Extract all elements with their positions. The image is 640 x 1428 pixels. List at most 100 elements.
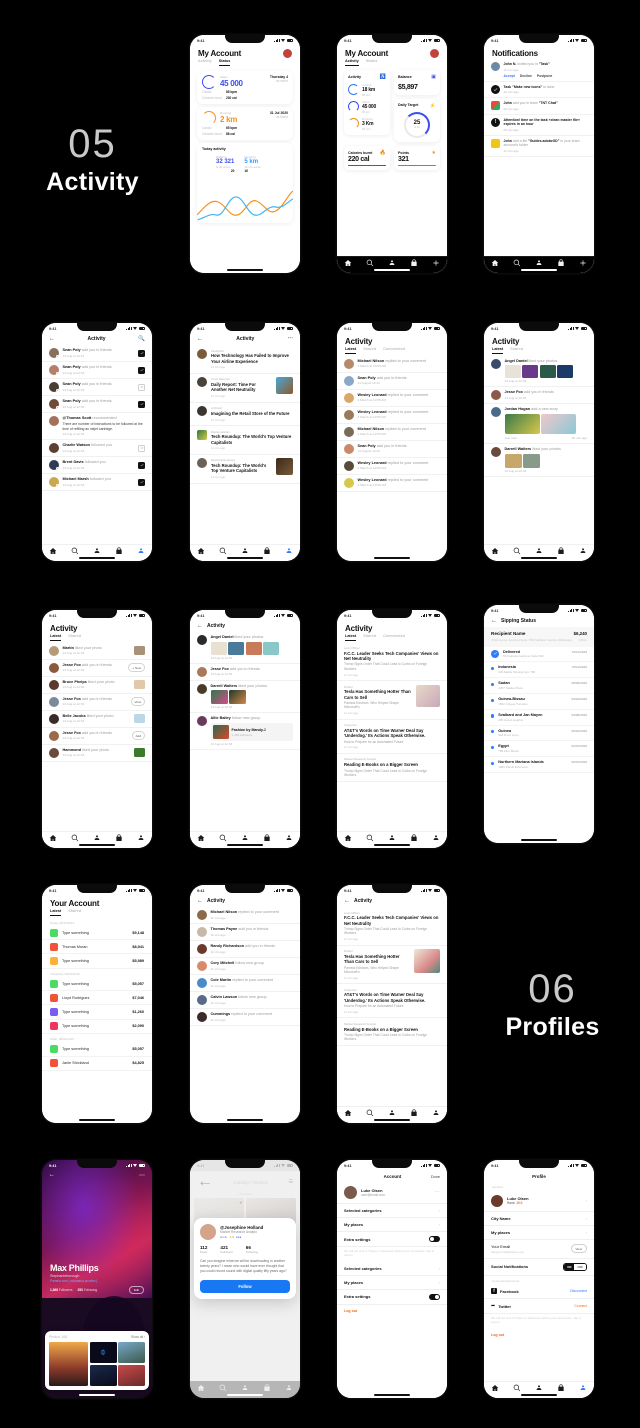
people-icon[interactable] xyxy=(93,834,101,842)
list-item[interactable]: Hammond liked your photo 13 Aug at 12:33 xyxy=(42,745,152,762)
card-running[interactable]: Running 2 km 31 Jul 2020 05:50PM Cardio 6… xyxy=(197,106,293,140)
profile-icon[interactable] xyxy=(137,547,145,555)
photo-thumb[interactable] xyxy=(210,690,228,705)
news-item[interactable]: Loan Officer F.C.C. Leader Seeks Tech Co… xyxy=(337,907,447,946)
people-icon[interactable] xyxy=(388,1109,396,1117)
tab-commented[interactable]: Commented xyxy=(383,347,405,354)
disconnect-button[interactable]: Disconnect xyxy=(570,1289,587,1293)
search-icon[interactable] xyxy=(219,547,227,555)
bag-icon[interactable] xyxy=(557,1384,565,1392)
profile-icon[interactable] xyxy=(285,547,293,555)
list-item[interactable]: Jesse Fox add you in friends 13 Aug at 12… xyxy=(42,660,152,677)
home-icon[interactable] xyxy=(344,259,352,267)
list-item[interactable]: Sean Poly add you in friends 13 Aug at 12… xyxy=(42,379,152,396)
transaction-row[interactable]: Type something $5,057 xyxy=(42,1042,152,1057)
accept-check-button[interactable] xyxy=(138,461,145,469)
list-item[interactable]: Sean Poly add you in friends 13 Aug at 12… xyxy=(42,396,152,413)
connect-button[interactable]: Connect xyxy=(574,1304,587,1308)
tab-status[interactable]: Status xyxy=(218,59,231,66)
photo-cell[interactable]: ⌽ xyxy=(89,1342,117,1364)
people-icon[interactable] xyxy=(241,547,249,555)
shipping-step[interactable]: Sudan 1397 Sasika Place 08/03/2019 xyxy=(484,678,594,695)
news-item[interactable]: Electrical Engineer Tech Roundup: The Wor… xyxy=(190,455,300,484)
people-icon[interactable] xyxy=(388,259,396,267)
people-icon[interactable] xyxy=(535,547,543,555)
list-item[interactable]: Sean Poly add you in friends 13 Aug at 12… xyxy=(42,362,152,379)
list-item[interactable]: Jesse Fox add you in friends 13 Aug at 12… xyxy=(484,387,594,405)
card-calories[interactable]: Calories burnt 🔥 220 cal xyxy=(344,145,390,171)
list-item[interactable]: Sean Poly add you in friends 13 August 12… xyxy=(337,441,447,458)
bag-icon[interactable] xyxy=(115,547,123,555)
settings-row-places[interactable]: My places › xyxy=(337,1218,447,1232)
home-icon[interactable] xyxy=(197,834,205,842)
logout-button[interactable]: Log out xyxy=(484,1329,594,1341)
list-item[interactable]: Cory Mitchell follow new group 11 min ago xyxy=(190,958,300,975)
tab-shared[interactable]: Shared xyxy=(68,909,81,916)
photo-cell[interactable] xyxy=(118,1364,145,1386)
settings-row-categories-2[interactable]: Selected categories › xyxy=(337,1262,447,1276)
connected-row-facebook[interactable]: f Facebook Disconnect xyxy=(484,1284,594,1299)
settings-row-places[interactable]: My places › xyxy=(484,1226,594,1240)
bag-icon[interactable] xyxy=(557,547,565,555)
home-icon[interactable] xyxy=(344,834,352,842)
photo-thumb[interactable] xyxy=(245,641,262,655)
more-icon[interactable]: ⋯ xyxy=(139,1172,145,1179)
profile-link[interactable]: Pamela.com [ wildmana.puzzles ] xyxy=(50,1279,144,1283)
list-item[interactable]: Michael Nilson replied to your comment 4 … xyxy=(337,424,447,441)
bag-icon[interactable] xyxy=(410,1109,418,1117)
add-friend-button[interactable] xyxy=(138,383,145,391)
list-item[interactable]: Randy Richardson add you in friends 11 mi… xyxy=(190,941,300,958)
notification-item[interactable]: John add a file "Guides.adobeXD" in your… xyxy=(484,136,594,157)
news-item[interactable]: Loan Officer F.C.C. Leader Seeks Tech Co… xyxy=(337,643,447,682)
tab-latest[interactable]: Latest xyxy=(50,909,62,916)
tab-shared[interactable]: Shared xyxy=(510,347,523,354)
group-card[interactable]: Fashion by Mandy.J 1,165 followers xyxy=(210,723,293,742)
search-icon[interactable] xyxy=(366,259,374,267)
photo-thumb[interactable] xyxy=(229,690,246,705)
tab-shared[interactable]: Shared xyxy=(363,347,376,354)
photo-thumb[interactable] xyxy=(557,365,573,379)
show-all-button[interactable]: Show all › xyxy=(131,1335,145,1339)
list-item[interactable]: Charlie Watson followed you 13 Aug at 12:… xyxy=(42,440,152,458)
photo-thumb[interactable] xyxy=(228,641,244,655)
news-item[interactable]: Market Research Analyst Reading E-Books … xyxy=(337,754,447,782)
profile-icon[interactable] xyxy=(432,1109,440,1117)
tab-shared[interactable]: Shared xyxy=(363,634,376,641)
people-icon[interactable] xyxy=(93,547,101,555)
more-icon[interactable]: ⋯ xyxy=(288,336,294,342)
transaction-row[interactable]: Thomas Moran $8,941 xyxy=(42,940,152,955)
photo-strip[interactable] xyxy=(210,641,294,655)
view-email-button[interactable]: View xyxy=(570,1244,587,1253)
home-icon[interactable] xyxy=(49,547,57,555)
avatar[interactable] xyxy=(283,49,292,58)
list-item[interactable]: Wesley Leonard replied to your comment 4 … xyxy=(337,458,447,475)
done-button[interactable]: Done xyxy=(431,1175,440,1179)
profile-icon[interactable] xyxy=(579,1384,587,1392)
list-item[interactable]: Angel Daniel liked your photos 13 Aug at… xyxy=(190,632,300,664)
bag-icon[interactable] xyxy=(115,834,123,842)
list-item[interactable]: Thomas Payne add you in friends 11 min ag… xyxy=(190,924,300,941)
follow-button[interactable]: + Now xyxy=(128,663,145,672)
back-icon[interactable]: ← xyxy=(197,898,203,904)
news-item[interactable]: Carpenter AT&T's Words on Time Warner De… xyxy=(337,720,447,754)
photo-thumbnail[interactable] xyxy=(134,714,145,723)
photo-strip[interactable] xyxy=(504,454,588,469)
logout-button[interactable]: Log out xyxy=(337,1305,447,1317)
news-item[interactable]: Court Reporter Daily Report: Time For Ano… xyxy=(190,374,300,403)
story-thumb[interactable] xyxy=(541,413,576,434)
search-icon[interactable] xyxy=(71,834,79,842)
profile-icon[interactable] xyxy=(579,547,587,555)
transaction-row[interactable]: Type something $5,989 xyxy=(42,954,152,969)
list-item[interactable]: Michael Marsh followed you 13 Aug at 12:3… xyxy=(42,474,152,492)
settings-row-places-2[interactable]: My places › xyxy=(337,1276,447,1290)
shipping-step[interactable]: Indonesia 449 Mattie Skyway Apt. 786 07/11… xyxy=(484,662,594,679)
card-balance[interactable]: Balance ▣ $5,897 xyxy=(394,69,440,95)
list-item[interactable]: Bruce Phelps liked your photo 13 Aug at 1… xyxy=(42,677,152,694)
news-item[interactable]: Mathematician Tech Roundup: The World's T… xyxy=(190,426,300,455)
bag-icon[interactable] xyxy=(410,834,418,842)
photo-thumb[interactable] xyxy=(210,641,227,655)
accept-check-button[interactable] xyxy=(138,400,145,408)
home-icon[interactable] xyxy=(197,547,205,555)
search-icon[interactable] xyxy=(219,834,227,842)
transaction-row[interactable]: Type something $1,260 xyxy=(42,1005,152,1020)
